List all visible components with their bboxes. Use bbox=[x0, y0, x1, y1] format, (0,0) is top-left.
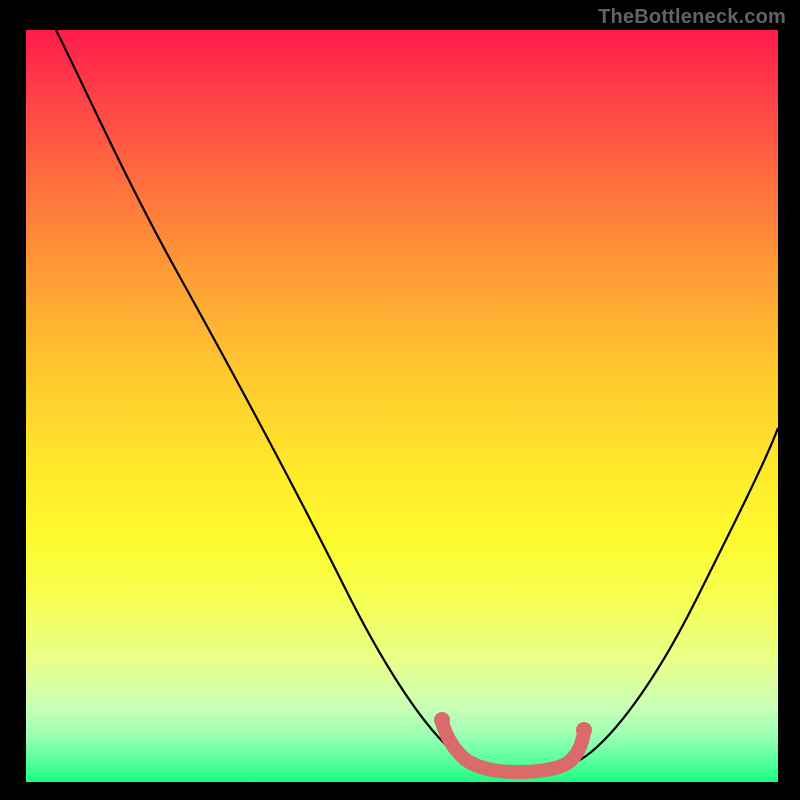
bottleneck-curve bbox=[56, 30, 778, 774]
chart-container: TheBottleneck.com bbox=[0, 0, 800, 800]
plot-area bbox=[26, 30, 778, 782]
watermark-text: TheBottleneck.com bbox=[598, 6, 786, 29]
curve-layer bbox=[26, 30, 778, 782]
flat-zone-marker bbox=[442, 722, 584, 772]
marker-end-dot bbox=[576, 722, 592, 738]
marker-start-dot bbox=[434, 712, 450, 728]
